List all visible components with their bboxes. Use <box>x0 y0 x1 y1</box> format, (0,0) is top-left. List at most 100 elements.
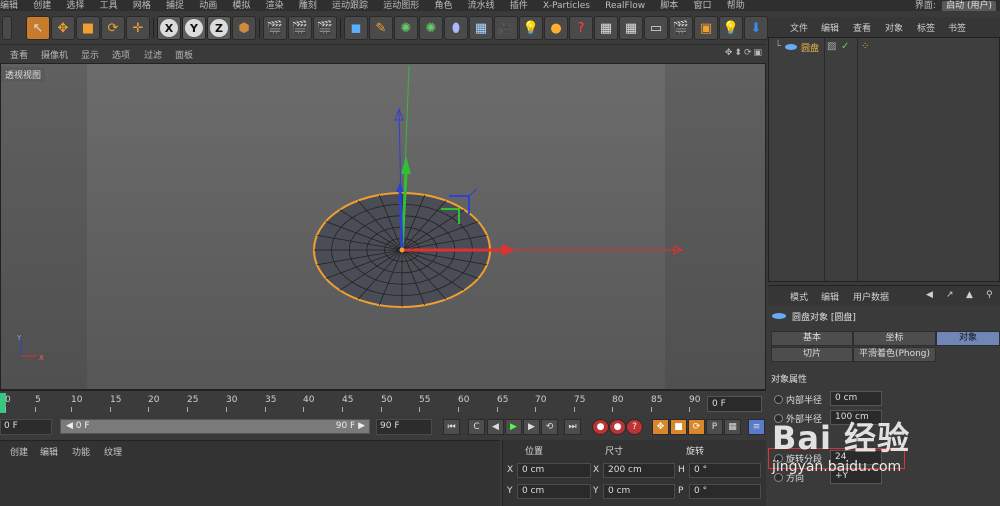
key-pla-icon[interactable]: ▦ <box>724 419 741 435</box>
coordinate-system-icon[interactable]: ⬢ <box>232 16 256 40</box>
rot-p-field[interactable]: 0 ° <box>689 484 761 499</box>
mat-menu-texture[interactable]: 纹理 <box>104 445 122 458</box>
timeline-ruler[interactable]: 0 5 10 15 20 25 30 35 40 45 50 55 60 65 … <box>0 390 766 414</box>
pointer-icon[interactable]: ↗ <box>946 290 954 300</box>
floor-icon[interactable]: ▦ <box>469 16 493 40</box>
undo-icon[interactable] <box>2 16 12 40</box>
key-rotation-icon[interactable]: ⟳ <box>688 419 705 435</box>
timeline-window-icon[interactable]: ≡ <box>748 419 765 435</box>
back-arrow-icon[interactable]: ◀ <box>926 290 933 300</box>
render-view-icon[interactable]: 🎬 <box>263 16 287 40</box>
menu-plugins[interactable]: 插件 <box>510 1 528 11</box>
layout-icon[interactable]: ▭ <box>644 16 668 40</box>
tab-object[interactable]: 对象 <box>936 331 1000 346</box>
cube-icon[interactable]: ◼ <box>344 16 368 40</box>
record-icon[interactable]: ● <box>592 419 609 435</box>
perspective-viewport[interactable]: 透视视图 Y X <box>0 63 766 390</box>
tab-coordinates[interactable]: 坐标 <box>853 331 936 346</box>
menu-x-particles[interactable]: X-Particles <box>543 1 590 11</box>
anim-radio[interactable] <box>774 395 783 404</box>
am-menu-mode[interactable]: 模式 <box>790 290 808 303</box>
x-axis-lock-button[interactable]: X <box>157 16 181 40</box>
menu-mesh[interactable]: 网格 <box>133 1 151 11</box>
grid-alt-icon[interactable]: ▦ <box>619 16 643 40</box>
outer-radius-field[interactable]: 100 cm <box>830 410 882 425</box>
menu-select[interactable]: 选择 <box>66 1 84 11</box>
light-icon[interactable]: 💡 <box>519 16 543 40</box>
deformer-icon[interactable]: ⬮ <box>444 16 468 40</box>
om-menu-view[interactable]: 查看 <box>853 21 871 34</box>
menu-script[interactable]: 脚本 <box>660 1 678 11</box>
prev-frame-icon[interactable]: ◀ <box>487 419 504 435</box>
mat-menu-edit[interactable]: 编辑 <box>40 445 58 458</box>
cloner-icon[interactable]: ✺ <box>419 16 443 40</box>
menu-animate[interactable]: 动画 <box>199 1 217 11</box>
camera-icon[interactable]: 🎥 <box>494 16 518 40</box>
move-icon[interactable]: ✥ <box>51 16 75 40</box>
menu-mograph[interactable]: 运动图形 <box>383 1 419 11</box>
layer-icon[interactable]: ▨ <box>827 41 836 52</box>
light-bulb-icon[interactable]: 💡 <box>719 16 743 40</box>
scale-icon[interactable]: ■ <box>76 16 100 40</box>
recent-tool-icon[interactable]: ✛ <box>126 16 150 40</box>
play-icon[interactable]: ▶ <box>505 419 522 435</box>
menu-simulate[interactable]: 模拟 <box>232 1 250 11</box>
om-menu-bookmarks[interactable]: 书签 <box>948 21 966 34</box>
pos-y-field[interactable]: 0 cm <box>517 484 591 499</box>
menu-tools[interactable]: 工具 <box>100 1 118 11</box>
size-x-field[interactable]: 200 cm <box>603 463 675 478</box>
z-axis-lock-button[interactable]: Z <box>207 16 231 40</box>
up-arrow-icon[interactable]: ▲ <box>966 290 973 300</box>
render-picture-viewer-icon[interactable]: 🎬 <box>288 16 312 40</box>
inner-radius-field[interactable]: 0 cm <box>830 391 882 406</box>
frame-range-slider[interactable]: ◀ 0 F 90 F ▶ <box>60 419 370 434</box>
om-menu-edit[interactable]: 编辑 <box>821 21 839 34</box>
picture-icon[interactable]: ▣ <box>694 16 718 40</box>
render-settings-icon[interactable]: 🎬 <box>313 16 337 40</box>
object-name[interactable]: 圆盘 <box>801 41 819 54</box>
menu-snap[interactable]: 捕捉 <box>166 1 184 11</box>
om-menu-tags[interactable]: 标签 <box>917 21 935 34</box>
menu-help[interactable]: 帮助 <box>727 1 745 11</box>
tab-phong[interactable]: 平滑着色(Phong) <box>853 347 936 362</box>
size-y-field[interactable]: 0 cm <box>603 484 675 499</box>
tab-basic[interactable]: 基本 <box>771 331 853 346</box>
am-menu-userdata[interactable]: 用户数据 <box>853 290 889 303</box>
om-menu-object[interactable]: 对象 <box>885 21 903 34</box>
live-select-icon[interactable]: ↖ <box>26 16 50 40</box>
current-frame-field[interactable]: 0 F <box>707 396 762 412</box>
vp-menu-view[interactable]: 查看 <box>10 48 28 61</box>
vp-menu-panel[interactable]: 面板 <box>175 48 193 61</box>
subdivision-icon[interactable]: ✺ <box>394 16 418 40</box>
viewport-navigation-icons[interactable]: ✥⬍⟳▣ <box>725 48 764 58</box>
start-frame-field[interactable]: 0 F <box>0 419 52 435</box>
tab-slice[interactable]: 切片 <box>771 347 853 362</box>
search-icon[interactable]: ⚲ <box>986 290 993 300</box>
help-icon[interactable]: ? <box>569 16 593 40</box>
mat-menu-function[interactable]: 功能 <box>72 445 90 458</box>
anim-radio[interactable] <box>774 414 783 423</box>
next-frame-icon[interactable]: ▶ <box>523 419 540 435</box>
next-key-icon[interactable]: ⟲ <box>541 419 558 435</box>
vp-menu-display[interactable]: 显示 <box>81 48 99 61</box>
menu-motion-tracking[interactable]: 运动跟踪 <box>332 1 368 11</box>
anim-radio[interactable] <box>774 473 783 482</box>
menu-render[interactable]: 渲染 <box>266 1 284 11</box>
vp-menu-filter[interactable]: 过滤 <box>144 48 162 61</box>
material-icon[interactable]: ● <box>544 16 568 40</box>
menu-create[interactable]: 创建 <box>33 1 51 11</box>
key-scale-icon[interactable]: ■ <box>670 419 687 435</box>
key-position-icon[interactable]: ✥ <box>652 419 669 435</box>
tag-icon[interactable]: ⁘ <box>861 41 869 52</box>
end-frame-field[interactable]: 90 F <box>376 419 432 435</box>
menu-pipeline[interactable]: 流水线 <box>468 1 495 11</box>
vp-menu-options[interactable]: 选项 <box>112 48 130 61</box>
go-to-end-icon[interactable]: ⏭ <box>564 419 581 435</box>
menu-sculpt[interactable]: 雕刻 <box>299 1 317 11</box>
vp-menu-camera[interactable]: 摄像机 <box>41 48 68 61</box>
keyframe-selection-icon[interactable]: ? <box>626 419 643 435</box>
layout-select[interactable]: 启动 (用户) <box>942 1 996 11</box>
autokey-icon[interactable]: ● <box>609 419 626 435</box>
object-row-disc[interactable]: └ 圆盘 ▨ ✓ ⁘ <box>769 41 999 55</box>
pen-icon[interactable]: ✎ <box>369 16 393 40</box>
